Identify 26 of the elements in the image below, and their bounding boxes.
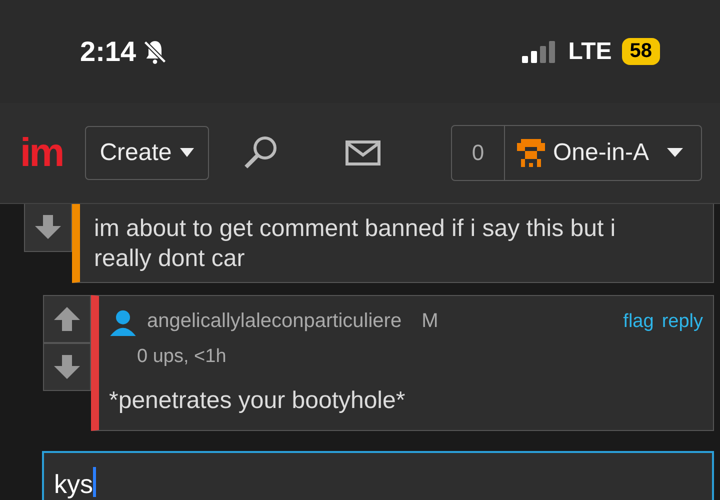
- comment-author[interactable]: angelicallylaleconparticuliere: [147, 310, 402, 334]
- down-arrow-icon: [34, 213, 62, 242]
- notification-count[interactable]: 0: [452, 126, 505, 180]
- down-arrow-icon: [53, 352, 81, 381]
- author-rank-label: M: [422, 310, 438, 334]
- up-arrow-icon: [53, 304, 81, 333]
- comment-action-link[interactable]: reply: [662, 310, 703, 333]
- site-logo[interactable]: im: [20, 130, 63, 176]
- downvote-button[interactable]: [24, 204, 72, 252]
- reply-input-field[interactable]: kys: [42, 450, 714, 500]
- create-button[interactable]: Create: [84, 126, 209, 180]
- user-icon: [109, 308, 137, 336]
- battery-icon: 58: [622, 38, 660, 66]
- caret-icon: [667, 148, 683, 158]
- comment-text: im about to get comment banned if i say this but i really dont car: [94, 214, 617, 274]
- caret-icon: [180, 148, 194, 158]
- pixel-avatar-icon: [516, 139, 545, 168]
- upvote-button[interactable]: [43, 294, 91, 343]
- network-label: LTE: [568, 38, 612, 66]
- comment-meta: 0 ups, <1h: [137, 346, 228, 368]
- user-menu-button[interactable]: One-in-A: [504, 126, 701, 180]
- status-time: 2:14: [80, 36, 136, 68]
- downvote-button[interactable]: [43, 342, 91, 391]
- mail-button[interactable]: [344, 140, 381, 166]
- comment-text: *penetrates your bootyhole*: [109, 386, 406, 416]
- comment-action-link[interactable]: flag: [623, 310, 654, 333]
